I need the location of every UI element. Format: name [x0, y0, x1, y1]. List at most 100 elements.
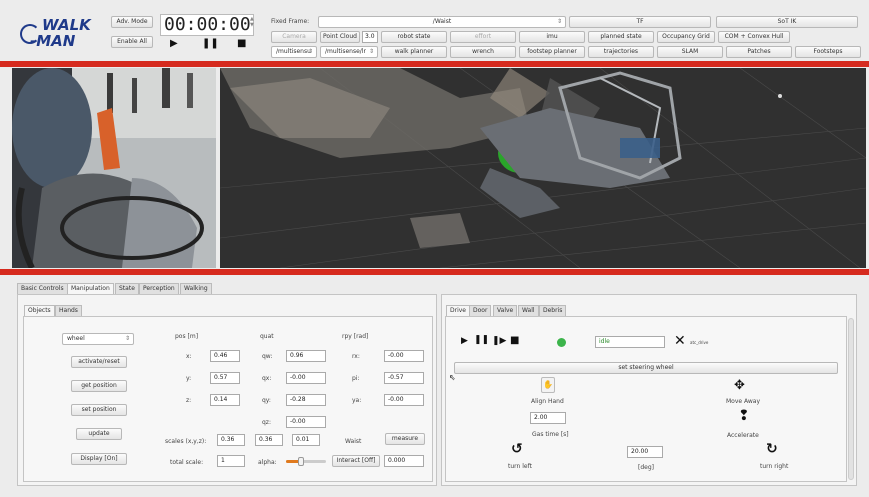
get-position-button[interactable]: get position [71, 380, 127, 392]
scale-z-field[interactable]: 0.01 [292, 434, 320, 446]
quat-y-field[interactable]: -0.28 [286, 394, 326, 406]
quat-header: quat [260, 333, 274, 340]
display-toggle-button[interactable]: Display [On] [71, 453, 127, 465]
alpha-slider[interactable] [286, 457, 326, 466]
rpy-pitch-field[interactable]: -0.57 [384, 372, 424, 384]
turn-left-icon[interactable]: ↺ [511, 441, 523, 457]
pos-x-field[interactable]: 0.46 [210, 350, 240, 362]
measure-button[interactable]: measure [385, 433, 425, 445]
rpy-header: rpy [rad] [342, 333, 369, 340]
gas-time-field[interactable]: 2.00 [530, 412, 566, 424]
timer-display: 00:00:00 [160, 14, 254, 36]
drive-step-icon[interactable]: ❚▶ [492, 336, 506, 346]
tf-button[interactable]: TF [569, 16, 711, 28]
stop-icon[interactable]: ■ [237, 38, 246, 49]
footsteps-button[interactable]: Footsteps [795, 46, 861, 58]
alpha-slider-handle[interactable] [298, 457, 304, 466]
steer-degrees-field[interactable]: 20.00 [627, 446, 663, 458]
timer-spin-icon[interactable]: ▲ ▼ [250, 16, 254, 28]
wrench-button[interactable]: wrench [450, 46, 516, 58]
play-icon[interactable]: ▶ [170, 38, 178, 49]
activate-reset-button[interactable]: activate/reset [71, 356, 127, 368]
interact-value-field[interactable]: 0.000 [384, 455, 424, 467]
scale-x-field[interactable]: 0.36 [217, 434, 245, 446]
tab-door[interactable]: Door [469, 305, 492, 316]
set-steering-wheel-button[interactable]: set steering wheel [454, 362, 838, 374]
walk-planner-button[interactable]: walk planner [381, 46, 447, 58]
point-cloud-size-field[interactable]: 3.0 [362, 31, 378, 43]
tab-wall[interactable]: Wall [518, 305, 539, 316]
tab-hands[interactable]: Hands [55, 305, 82, 316]
tab-manipulation[interactable]: Manipulation [67, 283, 114, 294]
rpy-x-label: rx: [352, 353, 360, 360]
footstep-planner-button[interactable]: footstep planner [519, 46, 585, 58]
tab-basic-controls[interactable]: Basic Controls [17, 283, 68, 294]
tab-state[interactable]: State [115, 283, 139, 294]
trajectories-button[interactable]: trajectories [588, 46, 654, 58]
tab-walking[interactable]: Walking [180, 283, 212, 294]
drive-pause-icon[interactable]: ❚❚ [474, 335, 489, 345]
planned-state-button[interactable]: planned state [588, 31, 654, 43]
slam-button[interactable]: SLAM [657, 46, 723, 58]
quat-w-field[interactable]: 0.96 [286, 350, 326, 362]
frame-label: Waist [345, 438, 362, 445]
3d-scene [220, 68, 866, 268]
interact-toggle-button[interactable]: Interact [Off] [332, 455, 380, 467]
status-field: idle [595, 336, 665, 348]
mouse-cursor-icon: ⇖ [449, 373, 456, 382]
imu-button[interactable]: imu [519, 31, 585, 43]
pos-y-field[interactable]: 0.57 [210, 372, 240, 384]
tab-perception[interactable]: Perception [139, 283, 179, 294]
patches-button[interactable]: Patches [726, 46, 792, 58]
accelerate-label: Accelerate [727, 432, 759, 439]
rpy-pitch-label: pi: [352, 375, 360, 382]
quat-z-label: qz: [262, 419, 271, 426]
object-select[interactable]: wheel ⇕ [62, 333, 134, 345]
total-scale-field[interactable]: 1 [217, 455, 245, 467]
chevron-down-icon: ⇕ [368, 48, 374, 55]
occupancy-grid-button[interactable]: Occupancy Grid [657, 31, 715, 43]
rpy-x-field[interactable]: -0.00 [384, 350, 424, 362]
tab-objects[interactable]: Objects [24, 305, 55, 316]
multisense-value-1: /multisensu [276, 48, 311, 55]
gas-time-label: Gas time [s] [532, 431, 569, 438]
camera-button[interactable]: Camera [271, 31, 317, 43]
turn-right-icon[interactable]: ↻ [766, 441, 778, 457]
point-cloud-button[interactable]: Point Cloud [320, 31, 360, 43]
com-convex-hull-button[interactable]: COM + Convex Hull [718, 31, 790, 43]
set-position-button[interactable]: set position [71, 404, 127, 416]
rpy-yaw-field[interactable]: -0.00 [384, 394, 424, 406]
sot-ik-button[interactable]: SoT IK [716, 16, 858, 28]
scale-y-field[interactable]: 0.36 [255, 434, 283, 446]
move-icon[interactable]: ✥ [734, 378, 745, 393]
effort-button[interactable]: effort [450, 31, 516, 43]
enable-all-button[interactable]: Enable All [111, 36, 153, 48]
camera-view [12, 68, 216, 268]
close-icon[interactable]: ✕ [674, 333, 686, 349]
fixed-frame-value: /Waist [432, 18, 452, 25]
adv-mode-button[interactable]: Adv. Mode [111, 16, 153, 28]
pause-icon[interactable]: ❚❚ [202, 38, 219, 49]
hand-icon: ✋ [543, 380, 553, 389]
tab-valve[interactable]: Valve [493, 305, 518, 316]
fixed-frame-select[interactable]: /Waist ⇕ [318, 16, 566, 28]
pos-z-field[interactable]: 0.14 [210, 394, 240, 406]
footprint-icon[interactable]: ❢ [738, 408, 750, 424]
drive-play-icon[interactable]: ▶ [461, 336, 468, 346]
multisense-select-2[interactable]: /multisense/lr ⇕ [320, 46, 378, 58]
quat-x-field[interactable]: -0.00 [286, 372, 326, 384]
update-button[interactable]: update [76, 428, 122, 440]
pos-y-label: y: [186, 375, 192, 382]
robot-state-button[interactable]: robot state [381, 31, 447, 43]
drive-stop-icon[interactable]: ■ [510, 335, 519, 346]
quat-z-field[interactable]: -0.00 [286, 416, 326, 428]
multisense-select-1[interactable]: /multisensu ⇕ [271, 46, 317, 58]
rviz-3d-view[interactable] [220, 68, 866, 268]
align-hand-button[interactable]: ✋ [541, 377, 555, 393]
tab-debris[interactable]: Debris [539, 305, 567, 316]
move-away-label: Move Away [726, 398, 760, 405]
total-scale-label: total scale: [170, 459, 204, 466]
drive-scrollbar[interactable] [848, 318, 854, 480]
object-select-value: wheel [67, 335, 85, 342]
tab-drive[interactable]: Drive [446, 305, 470, 316]
